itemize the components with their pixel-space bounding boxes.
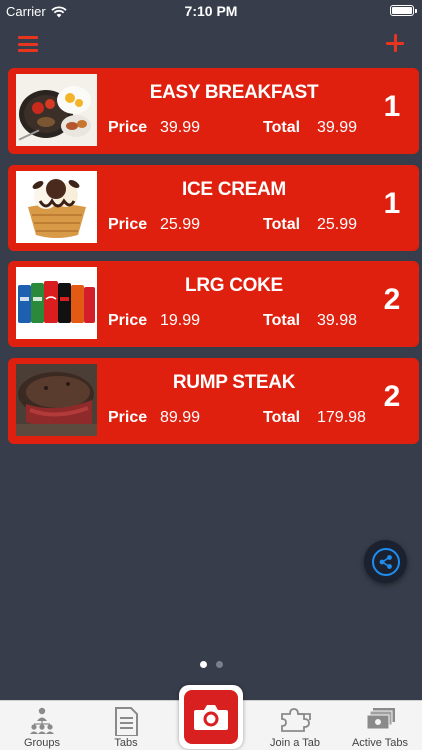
total-value: 39.98 — [317, 312, 358, 330]
total-label: Total — [263, 119, 301, 136]
plus-icon[interactable] — [386, 34, 404, 52]
tab-groups[interactable]: Groups — [0, 701, 84, 750]
soda-cans-image — [16, 267, 97, 340]
total-label: Total — [263, 409, 301, 427]
status-bar: Carrier 7:10 PM — [0, 0, 422, 22]
tab-label: Join a Tab — [270, 737, 320, 749]
price-label: Price — [108, 409, 148, 427]
breakfast-plate-image — [16, 74, 97, 146]
item-quantity: 2 — [383, 283, 401, 317]
order-item-card[interactable]: ICE CREAM Price 25.99 Total 25.99 1 — [8, 164, 419, 251]
total-label: Total — [263, 312, 301, 330]
page-dot[interactable] — [215, 661, 223, 668]
item-quantity: 1 — [383, 90, 401, 123]
tab-tabs[interactable]: Tabs — [84, 701, 168, 750]
order-item-card[interactable]: RUMP STEAK Price 89.99 Total 179.98 2 — [8, 358, 419, 445]
camera-icon — [184, 690, 238, 744]
groups-icon — [27, 706, 57, 734]
item-name: RUMP STEAK — [172, 372, 296, 394]
page-indicator[interactable] — [0, 661, 422, 668]
price-label: Price — [108, 312, 148, 330]
item-quantity: 1 — [383, 186, 401, 220]
page-dot-active[interactable] — [199, 661, 207, 668]
total-value: 39.99 — [317, 119, 358, 136]
battery-icon — [390, 5, 417, 16]
order-item-card[interactable]: EASY BREAKFAST Price 39.99 Total 39.99 1 — [8, 68, 419, 154]
price-value: 19.99 — [160, 312, 201, 330]
price-label: Price — [108, 215, 148, 233]
price-label: Price — [108, 119, 148, 136]
total-label: Total — [263, 215, 301, 233]
puzzle-icon — [280, 706, 311, 734]
item-name: LRG COKE — [185, 275, 283, 297]
tab-label: Active Tabs — [351, 737, 409, 749]
tab-label: Groups — [23, 737, 61, 749]
status-time: 7:10 PM — [184, 3, 238, 19]
tab-join[interactable]: Join a Tab — [253, 701, 337, 750]
item-name: ICE CREAM — [182, 178, 286, 200]
tab-label: Tabs — [114, 737, 138, 749]
price-value: 25.99 — [160, 215, 201, 233]
total-value: 179.98 — [317, 409, 366, 427]
document-icon — [111, 706, 141, 737]
price-value: 89.99 — [160, 409, 201, 427]
total-value: 25.99 — [317, 215, 358, 233]
order-item-card[interactable]: LRG COKE Price 19.99 Total 39.98 2 — [8, 261, 419, 348]
hamburger-menu-icon[interactable] — [18, 36, 38, 52]
tab-active-tabs[interactable]: Active Tabs — [338, 701, 422, 750]
ice-cream-bowl-image — [16, 170, 97, 243]
price-value: 39.99 — [160, 119, 201, 136]
steak-image — [16, 364, 97, 437]
bills-icon — [365, 706, 395, 734]
nav-bar — [0, 22, 422, 66]
camera-button[interactable] — [179, 685, 243, 749]
item-quantity: 2 — [383, 380, 401, 414]
item-name: EASY BREAKFAST — [149, 82, 319, 103]
share-icon — [371, 547, 400, 576]
order-items-list: EASY BREAKFAST Price 39.99 Total 39.99 1… — [8, 68, 419, 455]
share-button[interactable] — [364, 540, 407, 583]
